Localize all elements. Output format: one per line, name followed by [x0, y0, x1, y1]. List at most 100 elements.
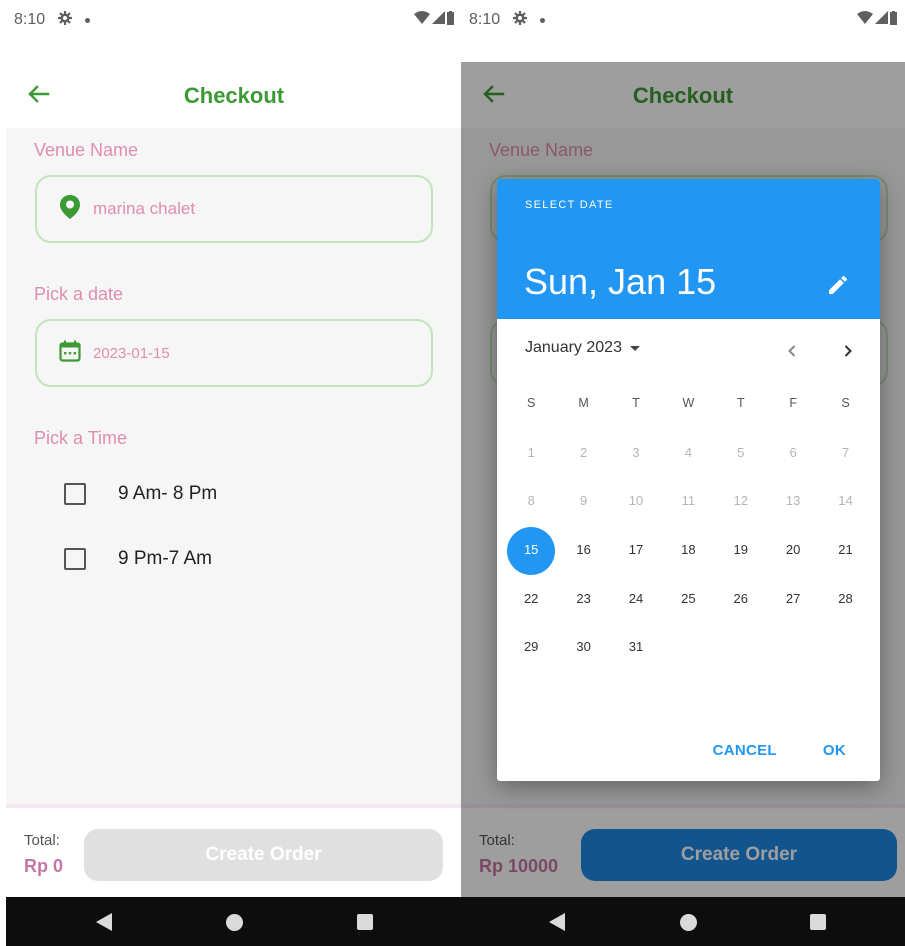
app-bar: Checkout: [6, 62, 462, 128]
weekday-label: M: [578, 396, 589, 410]
notification-dot-icon: [540, 17, 546, 23]
calendar-day[interactable]: 30: [557, 639, 609, 654]
calendar-week-row: 1 2 3 4 5 6 7: [505, 445, 872, 460]
date-picker-header: SELECT DATE Sun, Jan 15: [497, 179, 880, 319]
date-picker-dialog: SELECT DATE Sun, Jan 15 January 2023 S M T…: [497, 179, 880, 781]
dialog-actions: CANCEL OK: [713, 742, 846, 759]
battery-icon: [890, 10, 897, 30]
battery-icon: [447, 10, 454, 30]
calendar-day: 4: [684, 445, 692, 460]
create-order-button[interactable]: Create Order: [84, 829, 443, 881]
nav-recents-icon[interactable]: [357, 914, 373, 930]
calendar-day[interactable]: 22: [505, 591, 557, 606]
weekday-label: W: [682, 396, 695, 410]
location-pin-icon: [59, 194, 81, 225]
calendar-day-number: 15: [523, 542, 539, 557]
month-navigation: January 2023: [525, 339, 860, 363]
calendar-day[interactable]: 20: [767, 542, 819, 557]
weekday-label: T: [736, 396, 745, 410]
weekday-header-row: SMTWTFS: [505, 396, 872, 410]
weekday-label: S: [527, 396, 536, 410]
calendar-day[interactable]: 26: [715, 591, 767, 606]
calendar-day: 5: [737, 445, 745, 460]
calendar-day: [715, 639, 767, 654]
calendar-day: [767, 639, 819, 654]
total-label: Total:: [24, 832, 60, 849]
pick-time-label: Pick a Time: [34, 428, 128, 448]
selected-date-display: Sun, Jan 15: [524, 261, 717, 302]
venue-name-value: marina chalet: [93, 199, 196, 218]
nav-back-icon[interactable]: [96, 913, 112, 931]
ok-button[interactable]: OK: [823, 742, 846, 759]
calendar-day[interactable]: 31: [610, 639, 662, 654]
calendar-day-selected[interactable]: 15: [505, 527, 557, 575]
calendar-day[interactable]: 28: [819, 591, 871, 606]
nav-back-icon[interactable]: [549, 913, 565, 931]
wifi-icon: [857, 11, 873, 29]
month-year-selector[interactable]: January 2023: [525, 339, 860, 357]
calendar-day: 3: [632, 445, 640, 460]
system-nav-bar: [461, 897, 905, 946]
weekday-label: S: [841, 396, 850, 410]
time-option-checkbox[interactable]: [64, 483, 86, 505]
weekday-label: F: [789, 396, 797, 410]
status-time: 8:10: [14, 11, 46, 28]
checkout-form: Venue Name marina chalet Pick a date 202…: [6, 128, 462, 804]
calendar-day: 12: [733, 493, 748, 508]
cancel-button[interactable]: CANCEL: [713, 742, 777, 759]
calendar-week-row: 29 30 31: [505, 639, 872, 654]
select-date-label: SELECT DATE: [525, 199, 614, 211]
edit-pencil-icon[interactable]: [826, 273, 850, 297]
settings-status-icon: [57, 10, 73, 31]
wifi-icon: [414, 11, 430, 29]
calendar-day[interactable]: 24: [610, 591, 662, 606]
calendar-day[interactable]: 16: [557, 542, 609, 557]
time-option-row[interactable]: 9 Pm-7 Am: [64, 548, 212, 570]
calendar-week-row: 15 16 17 18 19 20 21: [505, 527, 872, 575]
calendar-day[interactable]: 21: [819, 542, 871, 557]
date-field[interactable]: 2023-01-15: [35, 319, 433, 387]
settings-status-icon: [512, 10, 528, 31]
nav-home-icon[interactable]: [680, 914, 697, 931]
calendar-day[interactable]: 19: [715, 542, 767, 557]
calendar-day[interactable]: 29: [505, 639, 557, 654]
chevron-left-icon[interactable]: [780, 339, 804, 363]
system-nav-bar: [6, 897, 462, 946]
calendar-day[interactable]: 18: [662, 542, 714, 557]
calendar-day: 2: [579, 445, 588, 460]
month-year-label: January 2023: [525, 339, 622, 356]
signal-icon: [875, 11, 888, 29]
time-option-row[interactable]: 9 Am- 8 Pm: [64, 483, 217, 505]
calendar-day[interactable]: 27: [767, 591, 819, 606]
notification-dot-icon: [85, 17, 91, 23]
calendar-day: 13: [785, 493, 801, 508]
calendar-day: 8: [527, 493, 535, 508]
calendar-day: 1: [527, 445, 535, 460]
total-value: Rp 0: [24, 856, 64, 876]
calendar-day: 14: [838, 493, 853, 508]
nav-home-icon[interactable]: [226, 914, 243, 931]
calendar-day[interactable]: 17: [610, 542, 662, 557]
chevron-right-icon[interactable]: [836, 339, 860, 363]
weekday-label: T: [632, 396, 640, 410]
calendar-week-row: 8 9 10 11 12 13 14: [505, 493, 872, 508]
checkout-screen-date-picker: 8:10 Checkout Venue Name Total: Rp 10000…: [461, 0, 905, 946]
calendar-day[interactable]: 25: [662, 591, 714, 606]
calendar-day: 10: [628, 493, 644, 508]
calendar-day: 11: [681, 493, 696, 508]
nav-recents-icon[interactable]: [810, 914, 826, 930]
time-option-label: 9 Pm-7 Am: [118, 548, 212, 569]
calendar-day: 9: [579, 493, 588, 508]
venue-name-field[interactable]: marina chalet: [35, 175, 433, 243]
time-option-checkbox[interactable]: [64, 548, 86, 570]
status-bar: 8:10: [461, 0, 905, 40]
dropdown-caret-icon: [629, 345, 640, 351]
date-value: 2023-01-15: [93, 344, 170, 362]
calendar-day: 7: [841, 445, 850, 460]
calendar-day[interactable]: 23: [557, 591, 609, 606]
checkout-footer: Total: Rp 0 Create Order: [6, 804, 462, 897]
calendar-icon: [59, 340, 81, 367]
calendar-day: [819, 639, 871, 654]
pick-date-label: Pick a date: [34, 284, 124, 304]
time-option-label: 9 Am- 8 Pm: [118, 483, 218, 504]
